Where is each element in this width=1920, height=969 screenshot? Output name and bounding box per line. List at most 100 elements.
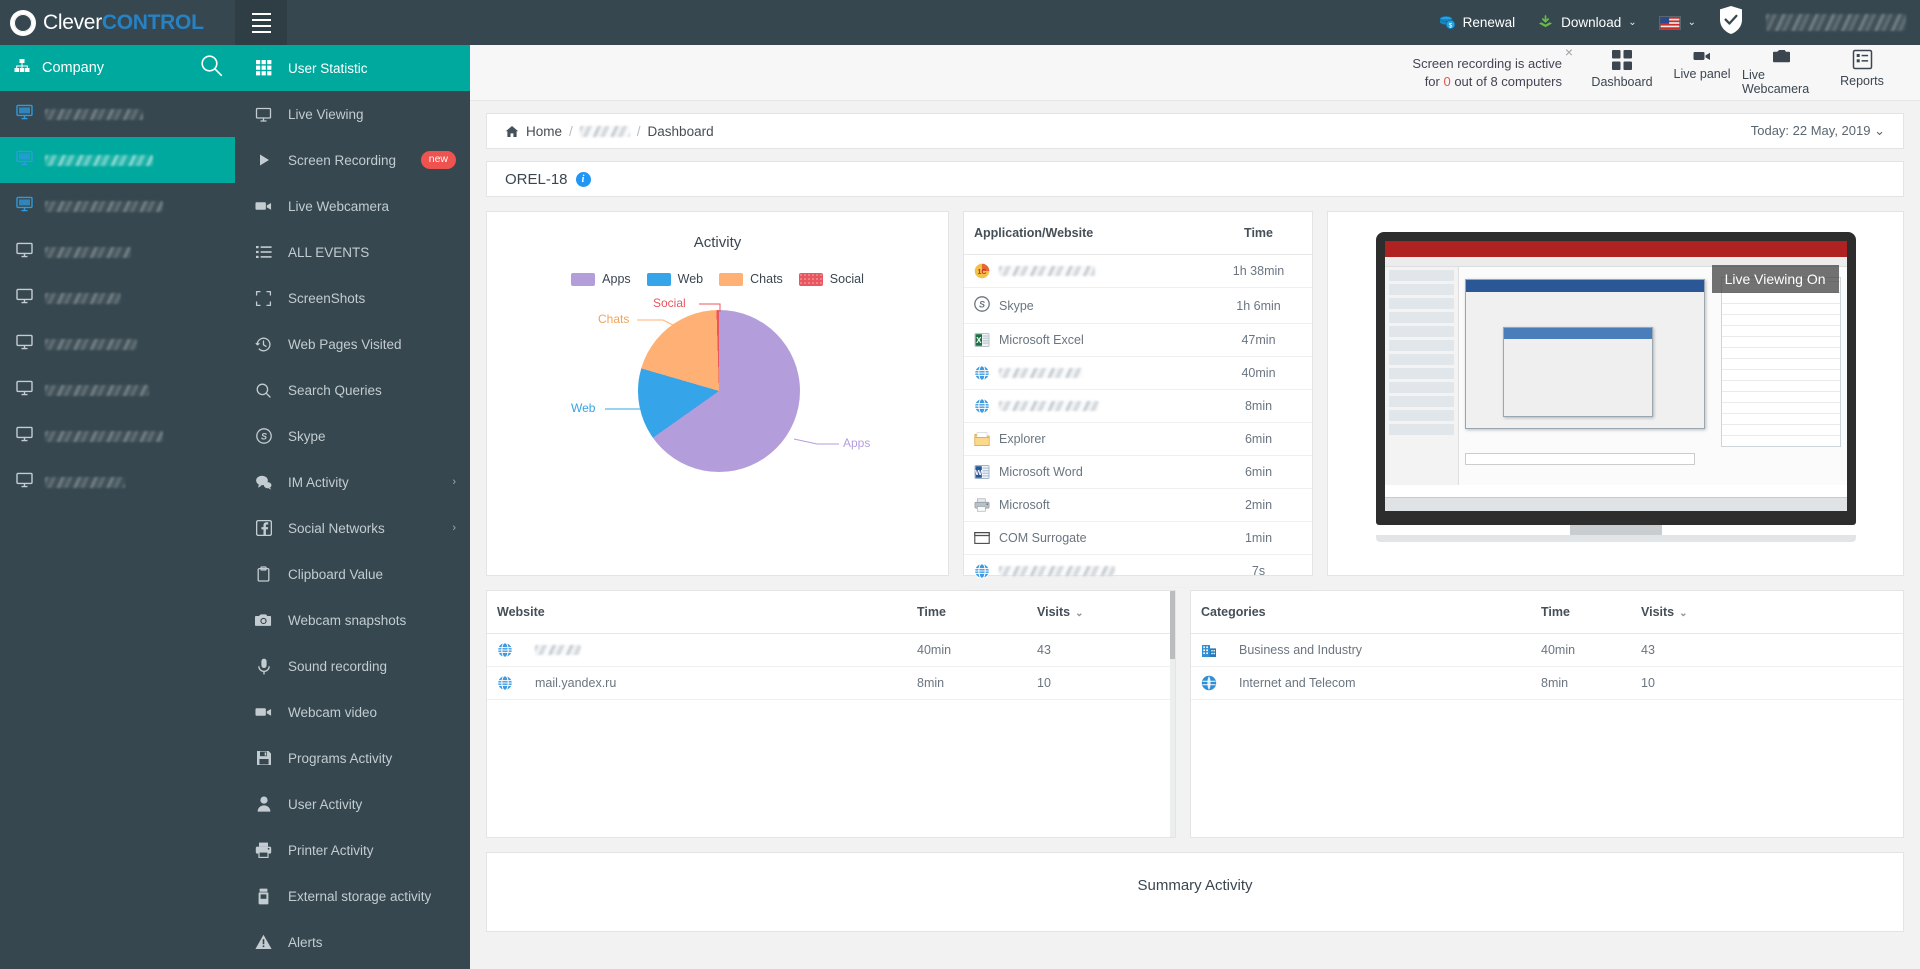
sidebar-item-clipboard-value[interactable]: Clipboard Value — [235, 551, 470, 597]
scrollbar[interactable] — [1170, 591, 1175, 837]
brand-logo-area[interactable]: CleverCONTROL — [0, 0, 235, 45]
col-categories-time[interactable]: Time — [1531, 591, 1631, 634]
quick-tool-dashboard[interactable]: Dashboard — [1582, 49, 1662, 96]
col-website[interactable]: Website — [487, 591, 907, 634]
renewal-button[interactable]: $ Renewal — [1439, 15, 1516, 30]
pie-label-web: Web — [571, 401, 595, 415]
legend-item-social[interactable]: Social — [799, 272, 864, 286]
chevron-down-icon: ⌄ — [1688, 17, 1696, 28]
download-menu[interactable]: Download ⌄ — [1537, 15, 1636, 30]
col-website-time[interactable]: Time — [907, 591, 1027, 634]
quick-tool-reports[interactable]: Reports — [1822, 49, 1902, 96]
company-row[interactable]: Company — [0, 45, 235, 91]
computer-list-item[interactable] — [0, 275, 235, 321]
sidebar-item-user-statistic[interactable]: User Statistic — [235, 45, 470, 91]
sidebar-item-im-activity[interactable]: IM Activity› — [235, 459, 470, 505]
chart-legend: Apps Web Chats Social — [487, 272, 948, 286]
sidebar-item-web-pages-visited[interactable]: Web Pages Visited — [235, 321, 470, 367]
date-selector[interactable]: Today: 22 May, 2019 ⌄ — [1751, 123, 1885, 139]
sidebar-item-webcam-snapshots[interactable]: Webcam snapshots — [235, 597, 470, 643]
chevron-right-icon: › — [452, 476, 456, 488]
account-name-redacted[interactable] — [1766, 14, 1906, 31]
computer-list-item[interactable] — [0, 229, 235, 275]
table-row[interactable]: Business and Industry40min43 — [1191, 634, 1903, 667]
sidebar-item-external-storage-activity[interactable]: External storage activity — [235, 873, 470, 919]
table-row[interactable]: 7s — [964, 555, 1312, 588]
sidebar-item-social-networks[interactable]: Social Networks› — [235, 505, 470, 551]
quick-tool-live-webcamera[interactable]: Live Webcamera — [1742, 49, 1822, 96]
sidebar-item-webcam-video[interactable]: Webcam video — [235, 689, 470, 735]
sidebar-item-label: Web Pages Visited — [288, 337, 402, 352]
computer-list-item[interactable] — [0, 367, 235, 413]
table-row[interactable]: mail.yandex.ru8min10 — [487, 667, 1175, 700]
language-selector[interactable]: ⌄ — [1659, 16, 1696, 30]
active-count: 0 — [1443, 74, 1450, 89]
table-row[interactable]: 8min — [964, 390, 1312, 423]
computer-list-item[interactable] — [0, 91, 235, 137]
table-row[interactable]: 40min — [964, 357, 1312, 390]
computer-list-item[interactable] — [0, 137, 235, 183]
col-website-visits[interactable]: Visits⌄ — [1027, 591, 1175, 634]
svg-text:1C: 1C — [978, 269, 987, 276]
computer-name-redacted — [45, 385, 149, 396]
network-icon — [1201, 675, 1217, 691]
col-categories[interactable]: Categories — [1191, 591, 1531, 634]
computer-list-item[interactable] — [0, 459, 235, 505]
sidebar-item-user-activity[interactable]: User Activity — [235, 781, 470, 827]
chevron-down-icon: ⌄ — [1628, 17, 1636, 28]
sidebar-item-live-viewing[interactable]: Live Viewing — [235, 91, 470, 137]
sidebar-item-programs-activity[interactable]: Programs Activity — [235, 735, 470, 781]
menu-toggle-button[interactable] — [235, 0, 287, 45]
table-row[interactable]: Explorer6min — [964, 423, 1312, 456]
computer-name-redacted — [45, 201, 163, 212]
application-name: Microsoft Word — [999, 465, 1083, 479]
sidebar-item-live-webcamera[interactable]: Live Webcamera — [235, 183, 470, 229]
table-row[interactable]: XMicrosoft Excel47min — [964, 324, 1312, 357]
quick-tool-label: Reports — [1840, 74, 1884, 88]
breadcrumb-redacted-item[interactable] — [580, 126, 630, 137]
monitor-preview[interactable]: Live Viewing On — [1376, 232, 1856, 542]
security-shield-button[interactable] — [1718, 5, 1744, 40]
table-row[interactable]: COM Surrogate1min — [964, 522, 1312, 555]
svg-text:W: W — [975, 468, 983, 477]
quick-tool-live-panel[interactable]: Live panel — [1662, 49, 1742, 96]
live-viewing-card[interactable]: Live Viewing On — [1327, 211, 1904, 576]
info-icon[interactable]: i — [576, 172, 591, 187]
sidebar-item-screen-recording[interactable]: Screen Recordingnew — [235, 137, 470, 183]
table-row[interactable]: Microsoft2min — [964, 489, 1312, 522]
legend-item-chats[interactable]: Chats — [719, 272, 783, 286]
screen-recording-notice: × Screen recording is active for 0 out o… — [1412, 55, 1562, 90]
sidebar-item-sound-recording[interactable]: Sound recording — [235, 643, 470, 689]
legend-item-apps[interactable]: Apps — [571, 272, 631, 286]
application-cell: COM Surrogate — [964, 522, 1205, 555]
category-cell: Internet and Telecom — [1191, 667, 1531, 700]
computer-list-item[interactable] — [0, 321, 235, 367]
application-time: 1h 6min — [1205, 288, 1312, 324]
website-visits: 10 — [1027, 667, 1175, 700]
application-cell: Microsoft — [964, 489, 1205, 522]
flag-usa-icon — [1659, 16, 1681, 30]
remote-window-2 — [1503, 327, 1653, 417]
shield-check-icon — [1718, 5, 1744, 40]
breadcrumb-sep-2: / — [637, 124, 641, 139]
col-categories-visits[interactable]: Visits⌄ — [1631, 591, 1903, 634]
sidebar-item-screenshots[interactable]: ScreenShots — [235, 275, 470, 321]
sidebar-item-all-events[interactable]: ALL EVENTS — [235, 229, 470, 275]
computer-list-item[interactable] — [0, 183, 235, 229]
computer-list-item[interactable] — [0, 413, 235, 459]
table-row[interactable]: SSkype1h 6min — [964, 288, 1312, 324]
table-row[interactable]: WMicrosoft Word6min — [964, 456, 1312, 489]
pie-chart: Social Chats Web Apps — [487, 294, 950, 534]
breadcrumb-home[interactable]: Home — [526, 124, 562, 139]
search-icon[interactable] — [200, 54, 223, 82]
table-row[interactable]: 1C1h 38min — [964, 255, 1312, 288]
legend-item-web[interactable]: Web — [647, 272, 703, 286]
sidebar-item-alerts[interactable]: Alerts — [235, 919, 470, 965]
table-row[interactable]: Internet and Telecom8min10 — [1191, 667, 1903, 700]
sidebar-item-search-queries[interactable]: Search Queries — [235, 367, 470, 413]
sidebar-item-printer-activity[interactable]: Printer Activity — [235, 827, 470, 873]
sidebar-item-label: External storage activity — [288, 889, 431, 904]
table-row[interactable]: 40min43 — [487, 634, 1175, 667]
sidebar-item-skype[interactable]: SSkype — [235, 413, 470, 459]
close-icon[interactable]: × — [1565, 45, 1573, 59]
